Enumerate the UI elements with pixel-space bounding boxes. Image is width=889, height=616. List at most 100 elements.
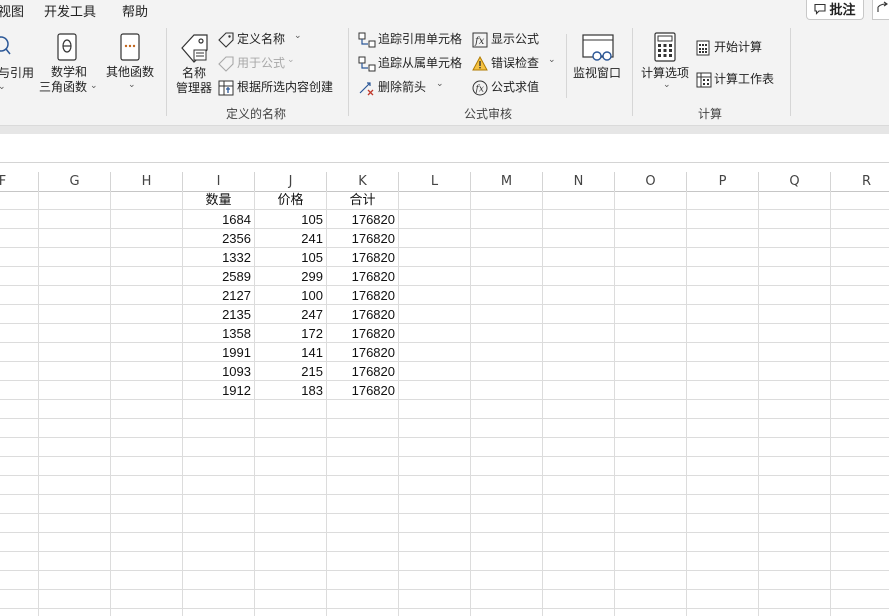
table-cell[interactable]: 176820 — [327, 343, 398, 362]
table-cell[interactable]: 299 — [255, 267, 326, 286]
define-name-button[interactable]: 定义名称 ⌄ — [218, 31, 308, 49]
table-cell[interactable]: 100 — [255, 286, 326, 305]
table-cell[interactable]: 105 — [255, 248, 326, 267]
grid-column-line — [758, 191, 759, 616]
share-button[interactable] — [872, 0, 889, 20]
grid-row-line — [0, 285, 889, 286]
chevron-down-icon: ⌄ — [294, 31, 302, 41]
show-formulas-icon: fx — [472, 32, 488, 48]
table-cell[interactable]: 215 — [255, 362, 326, 381]
watch-window-button[interactable]: 监视窗口 — [572, 30, 624, 100]
table-cell[interactable]: 105 — [255, 210, 326, 229]
chevron-down-icon: ⌄ — [128, 80, 136, 90]
table-cell[interactable]: 241 — [255, 229, 326, 248]
remove-arrows-button[interactable]: 删除箭头 ⌄ — [358, 79, 448, 97]
remove-arrows-icon — [359, 82, 374, 96]
table-cell[interactable]: 176820 — [327, 210, 398, 229]
calculation-options-button[interactable]: 计算选项 ⌄ — [640, 30, 692, 100]
trace-dependents-button[interactable]: 追踪从属单元格 — [358, 55, 466, 73]
table-cell[interactable]: 1093 — [183, 362, 254, 381]
table-cell[interactable]: 2135 — [183, 305, 254, 324]
menu-help[interactable]: 帮助 — [122, 1, 148, 20]
column-header-l[interactable]: L — [399, 172, 471, 191]
table-header-cell[interactable]: 合计 — [327, 191, 398, 210]
grid-row-line — [0, 589, 889, 590]
table-cell[interactable]: 2127 — [183, 286, 254, 305]
column-header-j[interactable]: J — [255, 172, 327, 191]
column-header-n[interactable]: N — [543, 172, 615, 191]
table-header-cell[interactable]: 价格 — [255, 191, 326, 210]
calculate-sheet-icon — [696, 72, 712, 88]
calculate-sheet-button[interactable]: 计算工作表 — [696, 71, 782, 89]
column-headers: FGHIJKLMNOPQR — [0, 172, 889, 192]
table-cell[interactable]: 1358 — [183, 324, 254, 343]
table-cell[interactable]: 176820 — [327, 324, 398, 343]
ribbon-bottom-strip — [0, 125, 889, 134]
grid-row-line — [0, 361, 889, 362]
svg-text:fx: fx — [474, 36, 485, 47]
table-cell[interactable]: 1332 — [183, 248, 254, 267]
menu-view[interactable]: 视图 — [0, 1, 24, 20]
table-cell[interactable]: 1991 — [183, 343, 254, 362]
column-header-k[interactable]: K — [327, 172, 399, 191]
column-header-o[interactable]: O — [615, 172, 687, 191]
error-checking-button[interactable]: 错误检查 ⌄ — [472, 55, 558, 73]
column-header-q[interactable]: Q — [759, 172, 831, 191]
calculation-group-label: 计算 — [698, 107, 723, 121]
grid-row-line — [0, 494, 889, 495]
show-formulas-button[interactable]: fx 显示公式 — [472, 31, 548, 49]
tag-formula-icon — [218, 56, 234, 72]
trace-dependents-label: 追踪从属单元格 — [378, 56, 463, 70]
table-cell[interactable]: 176820 — [327, 286, 398, 305]
grid-column-line — [470, 191, 471, 616]
column-header-h[interactable]: H — [111, 172, 183, 191]
name-tag-icon — [181, 34, 208, 63]
column-header-g[interactable]: G — [39, 172, 111, 191]
calculation-options-label: 计算选项 — [641, 66, 690, 80]
error-checking-label: 错误检查 — [491, 56, 540, 70]
table-cell[interactable]: 176820 — [327, 362, 398, 381]
table-cell[interactable]: 183 — [255, 381, 326, 400]
table-cell[interactable]: 176820 — [327, 381, 398, 400]
grid-row-line — [0, 228, 889, 229]
worksheet-grid[interactable]: 数量 价格 合计 1684 105 176820 2356 241 176820 1332 105 1… — [0, 191, 889, 616]
table-cell[interactable]: 176820 — [327, 267, 398, 286]
table-cell[interactable]: 2356 — [183, 229, 254, 248]
use-in-formula-button[interactable]: 用于公式 ⌄ — [218, 55, 308, 73]
more-functions-button[interactable]: 其他函数 ⌄ — [104, 30, 158, 110]
grid-column-line — [830, 191, 831, 616]
grid-row-line — [0, 342, 889, 343]
trace-precedents-button[interactable]: 追踪引用单元格 — [358, 31, 466, 49]
table-cell[interactable]: 247 — [255, 305, 326, 324]
evaluate-formula-button[interactable]: fx 公式求值 — [472, 79, 548, 97]
table-cell[interactable]: 172 — [255, 324, 326, 343]
grid-row-line — [0, 513, 889, 514]
table-cell[interactable]: 2589 — [183, 267, 254, 286]
calculate-now-button[interactable]: 开始计算 — [696, 39, 776, 57]
evaluate-formula-icon: fx — [472, 80, 488, 96]
math-trig-button[interactable]: 数学和 三角函数 ⌄ — [38, 30, 100, 110]
name-manager-label-1: 名称 — [181, 66, 206, 80]
formula-bar[interactable] — [0, 134, 889, 163]
create-from-selection-button[interactable]: 根据所选内容创建 — [218, 79, 338, 97]
table-cell[interactable]: 1684 — [183, 210, 254, 229]
group-separator — [790, 28, 791, 116]
menu-developer[interactable]: 开发工具 — [44, 1, 96, 20]
chevron-down-icon: ⌄ — [548, 55, 556, 65]
column-header-f[interactable]: F — [0, 172, 39, 191]
column-header-p[interactable]: P — [687, 172, 759, 191]
column-header-i[interactable]: I — [183, 172, 255, 191]
comments-button[interactable]: 批注 — [806, 0, 864, 20]
table-cell[interactable]: 1912 — [183, 381, 254, 400]
grid-column-line — [614, 191, 615, 616]
table-cell[interactable]: 176820 — [327, 305, 398, 324]
table-header-cell[interactable]: 数量 — [183, 191, 254, 210]
lookup-reference-button[interactable]: 与引用 ⌄ — [0, 32, 34, 112]
column-header-m[interactable]: M — [471, 172, 543, 191]
group-separator — [166, 28, 167, 116]
column-header-r[interactable]: R — [831, 172, 889, 191]
table-cell[interactable]: 176820 — [327, 229, 398, 248]
name-manager-button[interactable]: 名称 管理器 — [174, 30, 214, 108]
table-cell[interactable]: 141 — [255, 343, 326, 362]
table-cell[interactable]: 176820 — [327, 248, 398, 267]
